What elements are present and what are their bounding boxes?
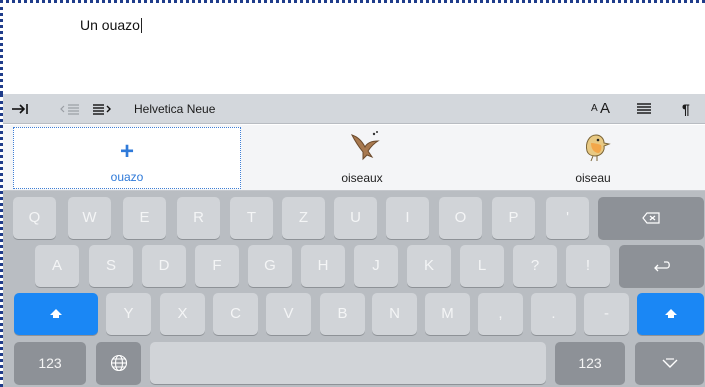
key-d[interactable]: D (142, 245, 186, 287)
key-q[interactable]: Q (13, 197, 56, 239)
key-l[interactable]: L (460, 245, 504, 287)
editor-content[interactable]: Un ouazo (80, 17, 142, 33)
key-apostrophe[interactable]: ' (546, 197, 589, 239)
align-justify-icon[interactable] (636, 94, 652, 124)
paragraph-mark-button[interactable]: ¶ (682, 94, 690, 124)
suggestion-label: oiseau (575, 171, 611, 185)
return-key[interactable] (619, 245, 704, 287)
backspace-key[interactable] (598, 197, 704, 239)
key-j[interactable]: J (354, 245, 398, 287)
flying-bird-icon (348, 129, 382, 168)
key-u[interactable]: U (334, 197, 377, 239)
text-caret (140, 18, 142, 33)
key-x[interactable]: X (160, 293, 205, 335)
font-name-button[interactable]: Helvetica Neue (134, 94, 215, 124)
key-h[interactable]: H (301, 245, 345, 287)
text-editor[interactable]: Un ouazo (0, 0, 705, 94)
indent-right-icon[interactable] (11, 94, 29, 124)
suggestion-oiseau[interactable]: oiseau (481, 127, 705, 189)
globe-key[interactable] (96, 342, 141, 384)
indent-increase-icon[interactable] (91, 94, 113, 124)
numbers-key-right[interactable]: 123 (555, 342, 625, 384)
key-c[interactable]: C (213, 293, 258, 335)
key-period[interactable]: . (531, 293, 576, 335)
suggestion-add-word[interactable]: + ouazo (13, 127, 241, 189)
hide-keyboard-key[interactable] (635, 342, 704, 384)
space-bar[interactable] (150, 342, 546, 384)
key-r[interactable]: R (177, 197, 220, 239)
key-p[interactable]: P (492, 197, 535, 239)
key-y[interactable]: Y (106, 293, 151, 335)
key-k[interactable]: K (407, 245, 451, 287)
editor-text: Un ouazo (80, 17, 140, 33)
key-s[interactable]: S (89, 245, 133, 287)
text-size-small-button[interactable]: A (591, 94, 598, 124)
key-hyphen[interactable]: - (584, 293, 629, 335)
key-comma[interactable]: , (478, 293, 523, 335)
word-suggestion-bar: + ouazo oiseaux oiseau (3, 125, 705, 191)
key-t[interactable]: T (230, 197, 273, 239)
key-question[interactable]: ? (513, 245, 557, 287)
key-i[interactable]: I (386, 197, 429, 239)
key-a[interactable]: A (35, 245, 79, 287)
shift-key-left[interactable] (14, 293, 98, 335)
key-w[interactable]: W (68, 197, 111, 239)
indent-decrease-icon[interactable] (59, 94, 81, 124)
key-g[interactable]: G (248, 245, 292, 287)
key-m[interactable]: M (425, 293, 470, 335)
shift-key-right[interactable] (637, 293, 704, 335)
key-f[interactable]: F (195, 245, 239, 287)
key-o[interactable]: O (439, 197, 482, 239)
key-e[interactable]: E (123, 197, 166, 239)
onscreen-keyboard: Q W E R T Z U I O P ' A S D F G H J K L … (3, 191, 705, 387)
format-toolbar: Helvetica Neue A A ¶ (3, 94, 705, 124)
suggestion-label: ouazo (110, 170, 144, 184)
numbers-key-left[interactable]: 123 (14, 342, 86, 384)
suggestion-oiseaux[interactable]: oiseaux (248, 127, 476, 189)
key-z[interactable]: Z (282, 197, 325, 239)
text-size-large-button[interactable]: A (600, 94, 610, 124)
key-v[interactable]: V (266, 293, 311, 335)
suggestion-label: oiseaux (341, 171, 383, 185)
key-b[interactable]: B (320, 293, 365, 335)
plus-icon: + (119, 138, 134, 165)
key-n[interactable]: N (372, 293, 417, 335)
key-exclamation[interactable]: ! (566, 245, 610, 287)
robin-bird-icon (579, 129, 613, 168)
